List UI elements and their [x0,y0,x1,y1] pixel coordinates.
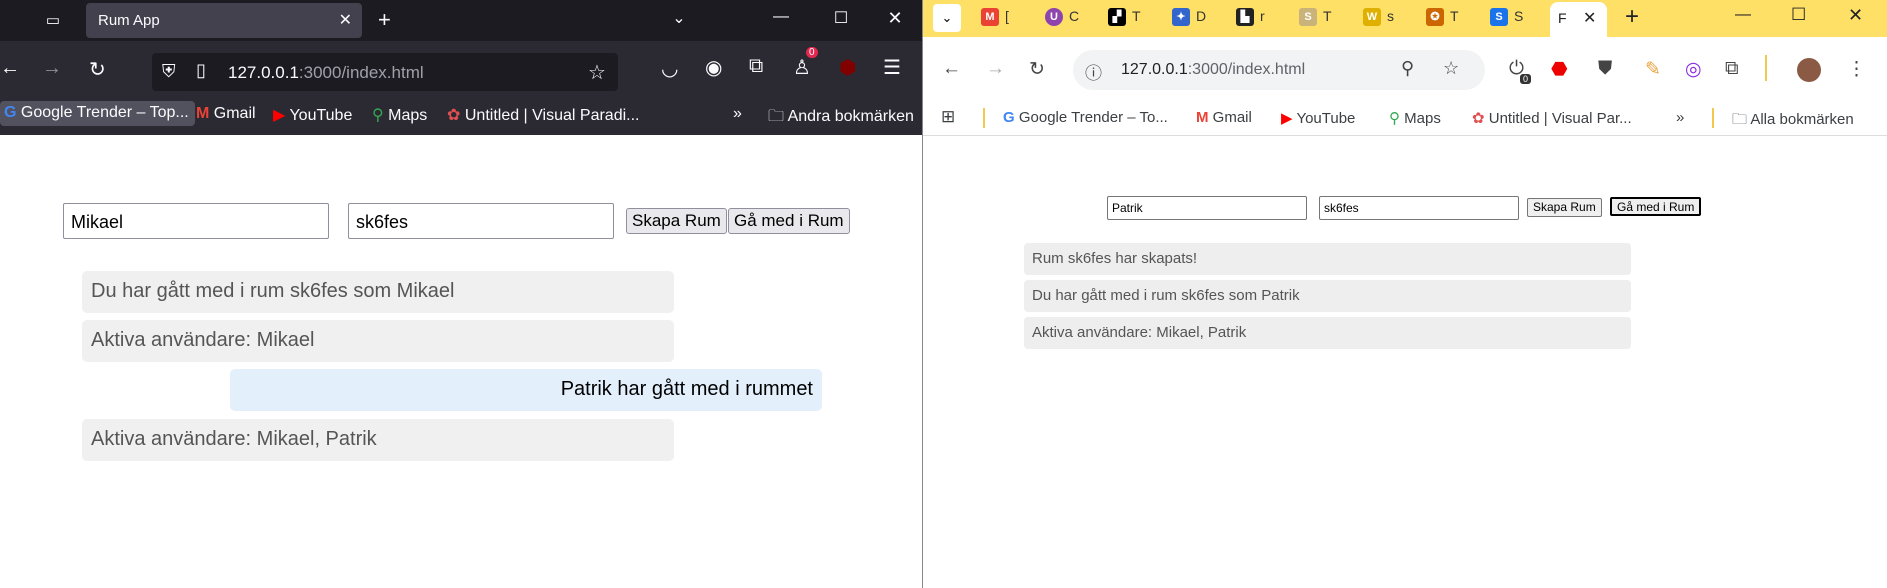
tab[interactable]: ▞ T [1108,8,1141,27]
bookmark-youtube[interactable]: ▶ YouTube [1281,109,1355,127]
list-all-tabs-icon[interactable]: ▭ [38,9,68,33]
omnibox[interactable]: ⓘ 127.0.0.1:3000/index.html ⚲ ☆ [1073,50,1485,90]
bookmark-gmail[interactable]: M Gmail [1196,109,1252,126]
close-window-icon[interactable]: ✕ [880,8,910,29]
tab-overflow-chevron-icon[interactable]: ⌄ [664,8,694,28]
message-item: Aktiva användare: Mikael, Patrik [1024,317,1631,349]
tab[interactable]: M[ [981,8,1009,27]
site-info-icon[interactable]: ⓘ [1085,59,1102,84]
bookmark-youtube[interactable]: ▶ YouTube [273,105,352,125]
extension-badge: 0 [1520,74,1532,84]
firefox-window: ▭ Rum App ✕ + ⌄ — ☐ ✕ ← → ↻ ⛨ ▯ 127.0.0.… [0,0,922,588]
firefox-titlebar: ▭ Rum App ✕ + ⌄ — ☐ ✕ [0,0,922,41]
close-tab-icon[interactable]: ✕ [1583,8,1596,28]
bookmarks-divider [983,108,985,128]
toolbar-divider [1765,55,1767,81]
extension-icon[interactable]: ♙ [793,55,811,80]
extensions-icon[interactable]: ⧉ [749,55,763,78]
more-bookmarks-icon[interactable]: » [1676,109,1684,126]
account-icon[interactable]: ◉ [705,55,722,80]
message-item-highlight: Patrik har gått med i rummet [230,369,822,411]
menu-icon[interactable]: ☰ [883,55,901,80]
bookmarks-divider [1712,108,1714,128]
bookmark-maps[interactable]: ⚲ Maps [1389,109,1441,127]
room-input[interactable]: sk6fes [1319,196,1519,220]
url-text: 127.0.0.1:3000/index.html [1121,61,1306,78]
ublock-icon[interactable]: ⛊ [1598,58,1612,80]
message-item: Du har gått med i rum sk6fes som Patrik [1024,280,1631,312]
apps-grid-icon[interactable]: ⊞ [941,107,955,127]
close-tab-icon[interactable]: ✕ [339,10,352,30]
bookmark-star-icon[interactable]: ☆ [588,60,606,85]
message-item: Du har gått med i rum sk6fes som Mikael [82,271,674,313]
firefox-page-content: Mikael sk6fes Skapa Rum Gå med i Rum Du … [0,135,922,588]
reload-icon[interactable]: ↻ [89,57,106,82]
maximize-icon[interactable]: ☐ [826,8,856,28]
tracking-shield-icon[interactable]: ⛨ [162,61,176,82]
chrome-tabstrip: ⌄ M[ UC ▞ T ✦ D ▙ r ST Ws ✪ T SS F ✕ + — ☐ ✕ [923,0,1887,37]
room-input[interactable]: sk6fes [348,203,614,239]
create-room-button[interactable]: Skapa Rum [1527,198,1602,217]
url-bar[interactable]: ⛨ ▯ 127.0.0.1:3000/index.html ☆ [152,53,618,91]
forward-icon[interactable]: → [986,58,1005,80]
minimize-icon[interactable]: — [766,8,796,26]
create-room-button[interactable]: Skapa Rum [626,208,727,234]
url-text: 127.0.0.1:3000/index.html [228,63,424,82]
tab[interactable]: ✦ D [1172,8,1206,27]
bookmark-maps[interactable]: ⚲ Maps [372,105,427,125]
tab-title: Rum App [98,12,160,29]
bookmark-gmail[interactable]: M Gmail [196,105,256,123]
reload-icon[interactable]: ↻ [1029,58,1045,81]
join-room-button[interactable]: Gå med i Rum [728,208,850,234]
profile-avatar[interactable] [1797,58,1821,82]
tab-rum-app[interactable]: Rum App ✕ [86,3,362,38]
eyedropper-icon[interactable]: ✎ [1645,58,1661,81]
adblock-icon[interactable]: ⬣ [1551,58,1568,81]
extension-badge: 0 [806,47,818,58]
message-item: Aktiva användare: Mikael [82,320,674,362]
chrome-menu-icon[interactable]: ⋮ [1847,58,1866,81]
pocket-icon[interactable]: ◡ [661,56,678,81]
other-bookmarks[interactable]: 🗀 Andra bokmärken [768,105,914,132]
tab[interactable]: SS [1490,8,1523,27]
bookmark-visual-paradigm[interactable]: ✿ Untitled | Visual Paradi... [447,105,639,125]
active-tab-title: F [1558,10,1567,26]
tab[interactable]: UC [1045,8,1079,27]
page-icon: ▯ [196,60,206,80]
more-bookmarks-icon[interactable]: » [733,105,742,123]
tab[interactable]: ST [1299,8,1332,27]
message-item: Rum sk6fes har skapats! [1024,243,1631,275]
maximize-icon[interactable]: ☐ [1791,5,1806,25]
name-input[interactable]: Patrik [1107,196,1307,220]
zoom-icon[interactable]: ⚲ [1401,58,1414,79]
tab[interactable]: ✪ T [1426,8,1459,27]
forward-icon[interactable]: → [42,57,62,80]
bookmark-visual-paradigm[interactable]: ✿ Untitled | Visual Par... [1472,109,1632,127]
bookmark-google-trender[interactable]: G Google Trender – Top... [0,101,195,126]
tab[interactable]: ▙ r [1236,8,1265,27]
back-icon[interactable]: ← [0,57,20,80]
minimize-icon[interactable]: — [1735,6,1751,24]
join-room-button[interactable]: Gå med i Rum [1610,197,1702,216]
bookmark-star-icon[interactable]: ☆ [1443,58,1459,79]
message-item: Aktiva användare: Mikael, Patrik [82,419,674,461]
firefox-navbar: ← → ↻ ⛨ ▯ 127.0.0.1:3000/index.html ☆ ◡ … [0,41,922,135]
ublock-icon[interactable]: ⬢ [839,55,856,80]
name-input[interactable]: Mikael [63,203,329,239]
bookmark-google-trender[interactable]: G Google Trender – To... [1003,109,1168,126]
close-window-icon[interactable]: ✕ [1848,5,1863,26]
tab-search-chevron-icon[interactable]: ⌄ [933,4,961,32]
new-tab-icon[interactable]: + [378,7,391,33]
tab[interactable]: Ws [1363,8,1394,27]
active-tab[interactable]: F ✕ [1550,2,1607,37]
chrome-bookmarks-bar: ⊞ G Google Trender – To... M Gmail ▶ You… [923,100,1887,136]
new-tab-icon[interactable]: + [1625,3,1639,31]
all-bookmarks[interactable]: 🗀 Alla bokmärken [1732,109,1854,134]
extensions-puzzle-icon[interactable]: ⧉ [1725,58,1739,80]
back-icon[interactable]: ← [942,58,961,80]
colorpicker-icon[interactable]: ◎ [1685,58,1702,81]
